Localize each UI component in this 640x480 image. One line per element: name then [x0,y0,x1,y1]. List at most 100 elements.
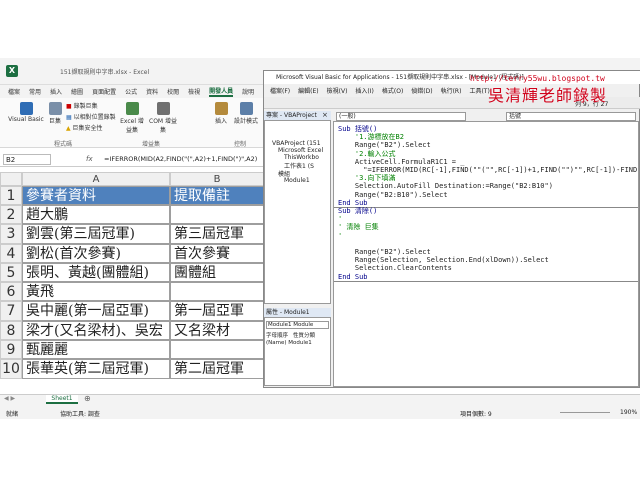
status-accessibility[interactable]: 協助工具: 調查 [60,409,100,418]
procedure-combo[interactable]: 括號 [506,112,636,121]
row-header[interactable]: 3 [0,224,22,244]
row-header[interactable]: 6 [0,282,22,301]
code-line[interactable]: Sub 括號() [338,126,377,133]
ribbon-tab-7[interactable]: 校閱 [167,87,179,96]
ribbon-tab-4[interactable]: 頁面配置 [92,87,116,96]
vbe-menu-item-2[interactable]: 檢視(V) [327,86,348,95]
cell-a[interactable]: 劉雲(第三屆冠軍) [22,224,170,244]
macro-security-button[interactable]: ▲ 巨集安全性 [66,123,110,132]
cell-a[interactable]: 張明、黃越(團體組) [22,263,170,282]
vbe-menu-item-1[interactable]: 編輯(E) [298,86,318,95]
code-line[interactable]: ' 清除 巨集 [338,224,379,231]
ribbon-tab-10[interactable]: 說明 [242,87,254,96]
excel-addins-button[interactable]: Excel 增益集 [120,102,144,134]
ribbon-tab-3[interactable]: 繪圖 [71,87,83,96]
cell-b[interactable] [170,205,264,224]
code-line[interactable]: '3.向下填滿 [338,175,396,182]
visual-basic-button[interactable]: Visual Basic [6,102,46,123]
top-blank-area [0,0,640,58]
ribbon-tab-5[interactable]: 公式 [125,87,137,96]
vbe-menu-item-3[interactable]: 插入(I) [355,86,373,95]
code-line[interactable]: Sub 清除() [338,208,377,215]
object-combo[interactable]: (一般) [336,112,466,121]
vbe-menu-item-4[interactable]: 格式(O) [382,86,403,95]
cell-a[interactable]: 張華英(第二屆冠軍) [22,359,170,379]
code-line[interactable]: Selection.AutoFill Destination:=Range("B… [338,183,553,190]
cell-b[interactable]: 提取備註 [170,186,264,205]
cell-b[interactable]: 第一屆亞軍 [170,301,264,321]
cell-a[interactable]: 趙大鵬 [22,205,170,224]
ribbon-tab-1[interactable]: 常用 [29,87,41,96]
com-addins-button[interactable]: COM 增益集 [148,102,178,134]
ribbon-tab-0[interactable]: 檔案 [8,87,20,96]
column-header-b[interactable]: B [170,172,264,186]
code-line[interactable]: End Sub [338,273,368,281]
sheet-tab-bar [0,394,640,405]
props-name-row[interactable]: (Name) Module1 [266,340,312,346]
row-header[interactable]: 7 [0,301,22,321]
cell-b[interactable]: 首次參賽 [170,244,264,263]
code-line[interactable]: End Sub [338,199,368,207]
code-line[interactable]: "=IFERROR(MID(RC[-1],FIND(""("",RC[-1])+… [338,167,638,174]
code-line[interactable]: ActiveCell.FormulaR1C1 = _ [338,158,465,166]
row-header[interactable]: 10 [0,359,22,379]
row-header[interactable]: 4 [0,244,22,263]
formula-input[interactable]: =IFERROR(MID(A2,FIND("(",A2)+1,FIND(")",… [104,155,264,163]
cell-a[interactable]: 梁才(又名梁材)、吳宏 [22,321,170,340]
macros-button[interactable]: 巨集 [46,102,64,125]
vbe-menu-item-6[interactable]: 執行(R) [441,86,462,95]
code-line[interactable]: '2.輸入公式 [338,150,396,158]
row-header[interactable]: 9 [0,340,22,359]
zoom-slider[interactable] [560,407,610,413]
close-icon[interactable]: × [322,111,328,119]
code-line[interactable]: Range("B2").Select [338,142,431,149]
ribbon-tab-6[interactable]: 資料 [146,87,158,96]
ribbon-tab-8[interactable]: 檢視 [188,87,200,96]
row-header[interactable]: 8 [0,321,22,340]
add-sheet-icon[interactable]: ⊕ [84,394,91,403]
code-editor[interactable]: Sub 括號() '1.游標放在B2 Range("B2").Select '2… [333,121,639,387]
ribbon-tab-2[interactable]: 插入 [50,87,62,96]
cell-a[interactable]: 劉松(首次參賽) [22,244,170,263]
design-mode-button[interactable]: 設計模式 [232,102,260,125]
row-header[interactable]: 1 [0,186,22,205]
name-box[interactable]: B2 [3,154,51,165]
code-line[interactable]: Range("B2:B10").Select [338,191,448,199]
column-header-a[interactable]: A [22,172,170,186]
group-control-label: 控制 [234,141,247,148]
sheet-tab-sheet1[interactable]: Sheet1 [46,395,78,404]
cell-b[interactable] [170,282,264,301]
code-line[interactable]: ' [338,232,342,240]
props-tab-category[interactable]: 性質分類 [293,331,315,339]
cell-b[interactable]: 第二屆冠軍 [170,359,264,379]
cell-b[interactable]: 又名梁材 [170,321,264,340]
row-header[interactable]: 2 [0,205,22,224]
select-all-corner[interactable] [0,172,22,186]
row-header[interactable]: 5 [0,263,22,282]
vbe-menu-item-5[interactable]: 偵錯(D) [411,86,432,95]
ribbon-tab-9[interactable]: 開發人員 [209,86,234,97]
cell-a[interactable]: 參賽者資料 [22,186,170,205]
code-line[interactable]: '1.游標放在B2 [338,134,404,141]
tree-item-module1[interactable]: Module1 [284,177,330,184]
sheet-nav-arrows-icon[interactable]: ◀ ▶ [4,395,15,402]
code-line[interactable]: Range("B2").Select [338,249,431,256]
tree-item-thisworkbook[interactable]: ThisWorkbo [284,154,330,161]
cell-a[interactable]: 甄麗麗 [22,340,170,359]
tree-item-excel-objects[interactable]: Microsoft Excel [278,147,330,154]
cell-b[interactable]: 第三屆冠軍 [170,224,264,244]
props-tab-alpha[interactable]: 字母順序 [266,331,288,339]
vbe-menu-item-7[interactable]: 工具(T) [469,86,489,95]
tree-item-vbaproject[interactable]: VBAProject (151 [272,140,330,147]
code-line[interactable]: Range(Selection, Selection.End(xlDown)).… [338,257,549,264]
cell-b[interactable] [170,340,264,359]
code-line[interactable]: Selection.ClearContents [338,265,452,272]
vbe-menu-item-0[interactable]: 檔案(F) [270,86,290,95]
properties-object-combo[interactable]: Module1 Module [266,321,329,329]
insert-control-button[interactable]: 插入 [212,102,230,125]
relative-ref-button[interactable]: ▦ 以相對位置錄製 [66,112,122,121]
record-macro-button[interactable]: ■ 錄製巨集 [66,101,110,110]
cell-a[interactable]: 黃飛 [22,282,170,301]
cell-b[interactable]: 團體組 [170,263,264,282]
cell-a[interactable]: 吳中麗(第一屆亞軍) [22,301,170,321]
